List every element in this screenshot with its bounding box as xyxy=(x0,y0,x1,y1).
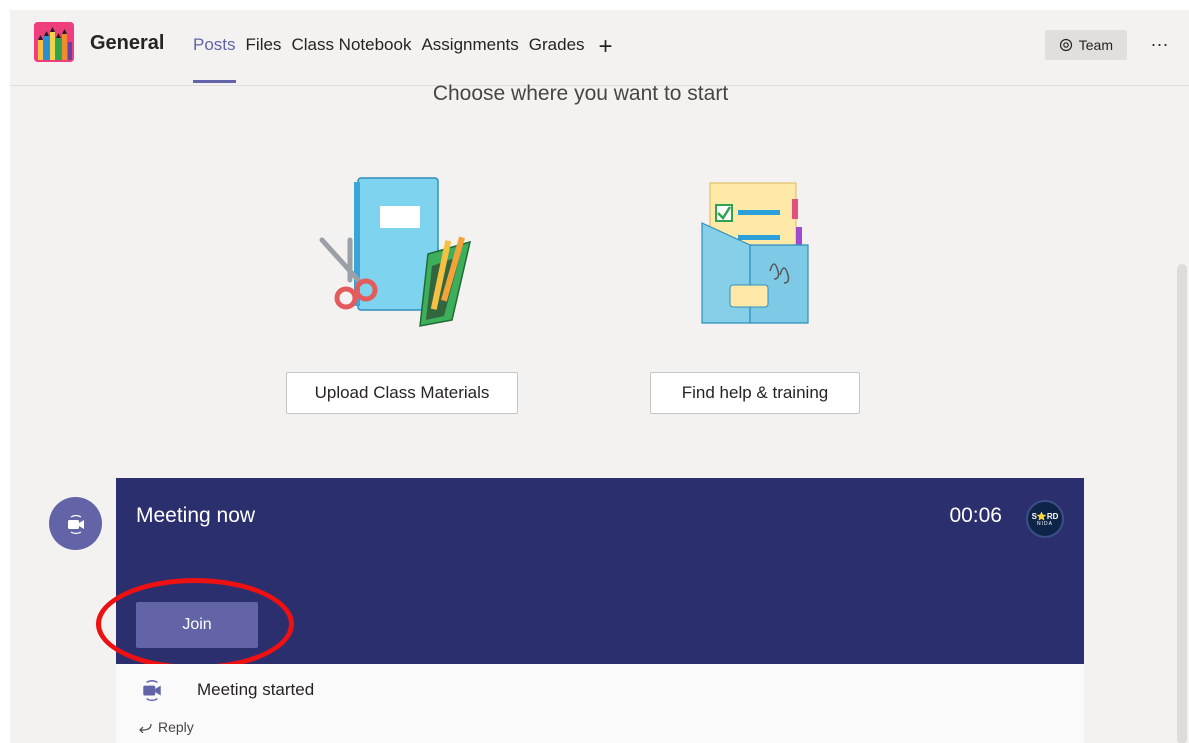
find-help-training-button[interactable]: Find help & training xyxy=(650,372,860,414)
channel-title: General xyxy=(90,32,165,54)
join-highlight-annotation xyxy=(96,578,294,670)
team-button-label: Team xyxy=(1078,37,1113,53)
tab-posts[interactable]: Posts xyxy=(193,35,236,83)
team-button[interactable]: Team xyxy=(1044,30,1127,60)
choose-start-heading: Choose where you want to start xyxy=(432,82,729,105)
channel-tabs: Posts Files Class Notebook Assignments G… xyxy=(193,35,613,83)
vertical-scrollbar[interactable] xyxy=(1177,264,1187,743)
meeting-avatar xyxy=(49,497,102,550)
organizer-badge-text: S⭐RD xyxy=(1031,511,1059,521)
video-camera-icon xyxy=(67,514,84,534)
tab-grades[interactable]: Grades xyxy=(529,35,585,59)
notebook-scissors-illustration xyxy=(319,177,472,327)
meeting-timer: 00:06 xyxy=(949,504,1002,527)
tab-class-notebook[interactable]: Class Notebook xyxy=(291,35,411,59)
more-options-button[interactable]: ... xyxy=(1151,30,1169,51)
organizer-avatar[interactable]: S⭐RD NIDA xyxy=(1026,500,1064,538)
organizer-badge-subtext: NIDA xyxy=(1037,520,1053,527)
meeting-thread: Meeting started Reply xyxy=(116,664,1084,743)
video-camera-icon xyxy=(143,680,161,702)
reply-button[interactable]: Reply xyxy=(138,719,194,735)
eye-icon xyxy=(1059,38,1072,52)
teams-window: General Posts Files Class Notebook Assig… xyxy=(10,10,1189,743)
meeting-started-icon xyxy=(140,678,164,707)
tab-assignments[interactable]: Assignments xyxy=(421,35,518,59)
reply-label: Reply xyxy=(158,719,194,735)
upload-class-materials-button[interactable]: Upload Class Materials xyxy=(286,372,518,414)
tab-files[interactable]: Files xyxy=(246,35,282,59)
channel-header: General Posts Files Class Notebook Assig… xyxy=(10,10,1189,86)
folder-checklist-illustration xyxy=(701,182,809,324)
reply-arrow-icon xyxy=(139,723,152,733)
meeting-title: Meeting now xyxy=(136,504,256,527)
meeting-started-text: Meeting started xyxy=(197,680,315,699)
pencils-icon xyxy=(34,22,74,62)
add-tab-button[interactable]: + xyxy=(599,35,613,59)
team-logo[interactable] xyxy=(34,22,74,62)
